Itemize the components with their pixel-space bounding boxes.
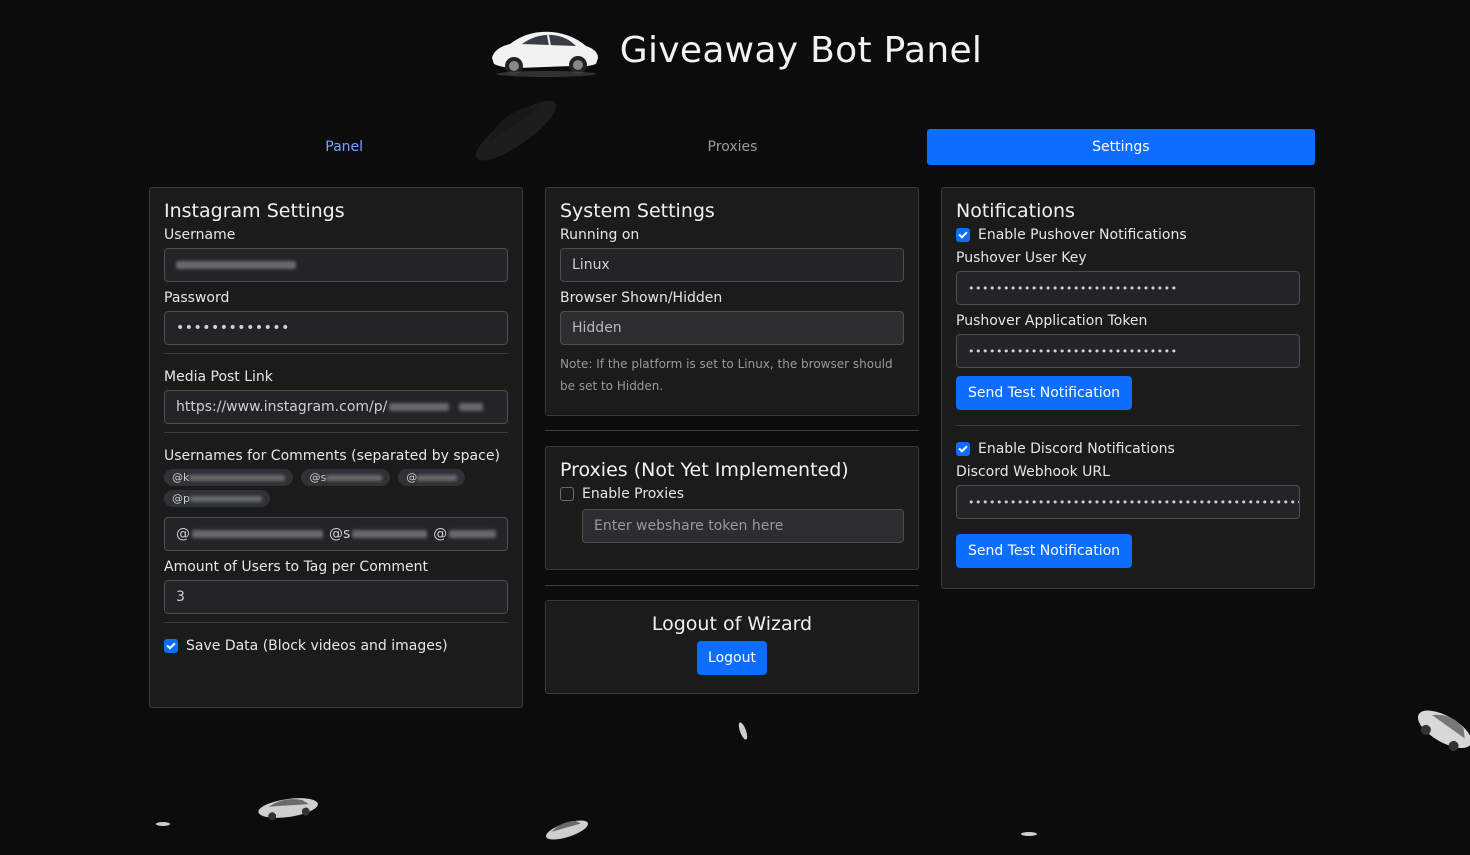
- section-divider: [164, 622, 508, 623]
- tab-proxies[interactable]: Proxies: [538, 129, 926, 165]
- section-divider: [164, 353, 508, 354]
- enable-proxies-label: Enable Proxies: [582, 486, 684, 502]
- instagram-settings-card: Instagram Settings Username Password •••…: [149, 187, 523, 708]
- discord-enable-toggle[interactable]: Enable Discord Notifications: [956, 441, 1300, 457]
- media-post-link-input[interactable]: https://www.instagram.com/p/: [164, 390, 508, 424]
- password-label: Password: [164, 290, 230, 306]
- comment-usernames-label: Usernames for Comments (separated by spa…: [164, 448, 500, 464]
- enable-proxies-toggle[interactable]: Enable Proxies: [560, 486, 904, 502]
- tab-panel[interactable]: Panel: [150, 129, 538, 165]
- tag-amount-input[interactable]: 3: [164, 580, 508, 614]
- pushover-app-token-label: Pushover Application Token: [956, 313, 1148, 329]
- decorative-car-image: [258, 798, 318, 821]
- comment-usernames-input[interactable]: @ @s @: [164, 517, 508, 551]
- instagram-settings-heading: Instagram Settings: [164, 200, 345, 222]
- comment-username-chips: @k @s @ @p: [164, 469, 508, 511]
- platform-note: Note: If the platform is set to Linux, t…: [560, 357, 893, 393]
- webshare-token-input[interactable]: Enter webshare token here: [582, 509, 904, 543]
- system-settings-card: System Settings Running on Linux Browser…: [545, 187, 919, 416]
- password-input[interactable]: •••••••••••••: [164, 311, 508, 345]
- browser-visibility-select[interactable]: Hidden: [560, 311, 904, 345]
- section-divider: [545, 585, 919, 586]
- proxies-card: Proxies (Not Yet Implemented) Enable Pro…: [545, 446, 919, 570]
- discord-webhook-input[interactable]: ••••••••••••••••••••••••••••••••••••••••…: [956, 485, 1300, 519]
- pushover-enable-toggle[interactable]: Enable Pushover Notifications: [956, 227, 1300, 243]
- car-logo-icon: [491, 31, 598, 77]
- running-on-select[interactable]: Linux: [560, 248, 904, 282]
- page-header: Giveaway Bot Panel: [0, 18, 1470, 82]
- discord-enable-checkbox[interactable]: [956, 442, 970, 456]
- pushover-enable-label: Enable Pushover Notifications: [978, 227, 1187, 243]
- username-input[interactable]: [164, 248, 508, 282]
- password-value: •••••••••••••: [176, 320, 290, 336]
- tab-bar: Panel Proxies Settings: [150, 129, 1315, 165]
- decorative-car-image: [1417, 710, 1470, 751]
- decorative-car-image: [156, 822, 170, 826]
- discord-test-button[interactable]: Send Test Notification: [956, 534, 1133, 568]
- username-chip[interactable]: @p: [164, 490, 270, 507]
- save-data-checkbox[interactable]: [164, 639, 178, 653]
- tag-amount-label: Amount of Users to Tag per Comment: [164, 559, 429, 575]
- running-on-label: Running on: [560, 227, 640, 243]
- decorative-car-image: [1021, 832, 1037, 836]
- proxies-heading: Proxies (Not Yet Implemented): [560, 459, 849, 481]
- tab-settings[interactable]: Settings: [926, 129, 1315, 165]
- media-post-link-label: Media Post Link: [164, 369, 273, 385]
- page-title: Giveaway Bot Panel: [619, 29, 983, 71]
- decorative-car-image: [738, 722, 748, 740]
- pushover-app-token-input[interactable]: ••••••••••••••••••••••••••••••: [956, 334, 1300, 368]
- logout-card: Logout of Wizard Logout: [545, 600, 919, 694]
- decorative-car-image: [545, 820, 589, 840]
- enable-proxies-checkbox[interactable]: [560, 487, 574, 501]
- discord-webhook-label: Discord Webhook URL: [956, 464, 1110, 480]
- logout-heading: Logout of Wizard: [651, 613, 813, 635]
- pushover-user-key-input[interactable]: ••••••••••••••••••••••••••••••: [956, 271, 1300, 305]
- section-divider: [545, 430, 919, 431]
- username-chip[interactable]: @: [398, 469, 466, 486]
- logout-button[interactable]: Logout: [697, 641, 767, 675]
- section-divider: [956, 425, 1300, 426]
- username-chip[interactable]: @s: [301, 469, 391, 486]
- browser-visibility-label: Browser Shown/Hidden: [560, 290, 723, 306]
- pushover-enable-checkbox[interactable]: [956, 228, 970, 242]
- pushover-user-key-label: Pushover User Key: [956, 250, 1087, 266]
- section-divider: [164, 432, 508, 433]
- discord-enable-label: Enable Discord Notifications: [978, 441, 1175, 457]
- username-chip[interactable]: @k: [164, 469, 294, 486]
- save-data-toggle[interactable]: Save Data (Block videos and images): [164, 638, 508, 654]
- system-settings-heading: System Settings: [560, 200, 715, 222]
- save-data-label: Save Data (Block videos and images): [186, 638, 448, 654]
- notifications-heading: Notifications: [956, 200, 1075, 222]
- media-post-link-value: https://www.instagram.com/p/: [176, 399, 388, 415]
- username-label: Username: [164, 227, 236, 243]
- pushover-test-button[interactable]: Send Test Notification: [956, 376, 1133, 410]
- notifications-card: Notifications Enable Pushover Notificati…: [941, 187, 1315, 589]
